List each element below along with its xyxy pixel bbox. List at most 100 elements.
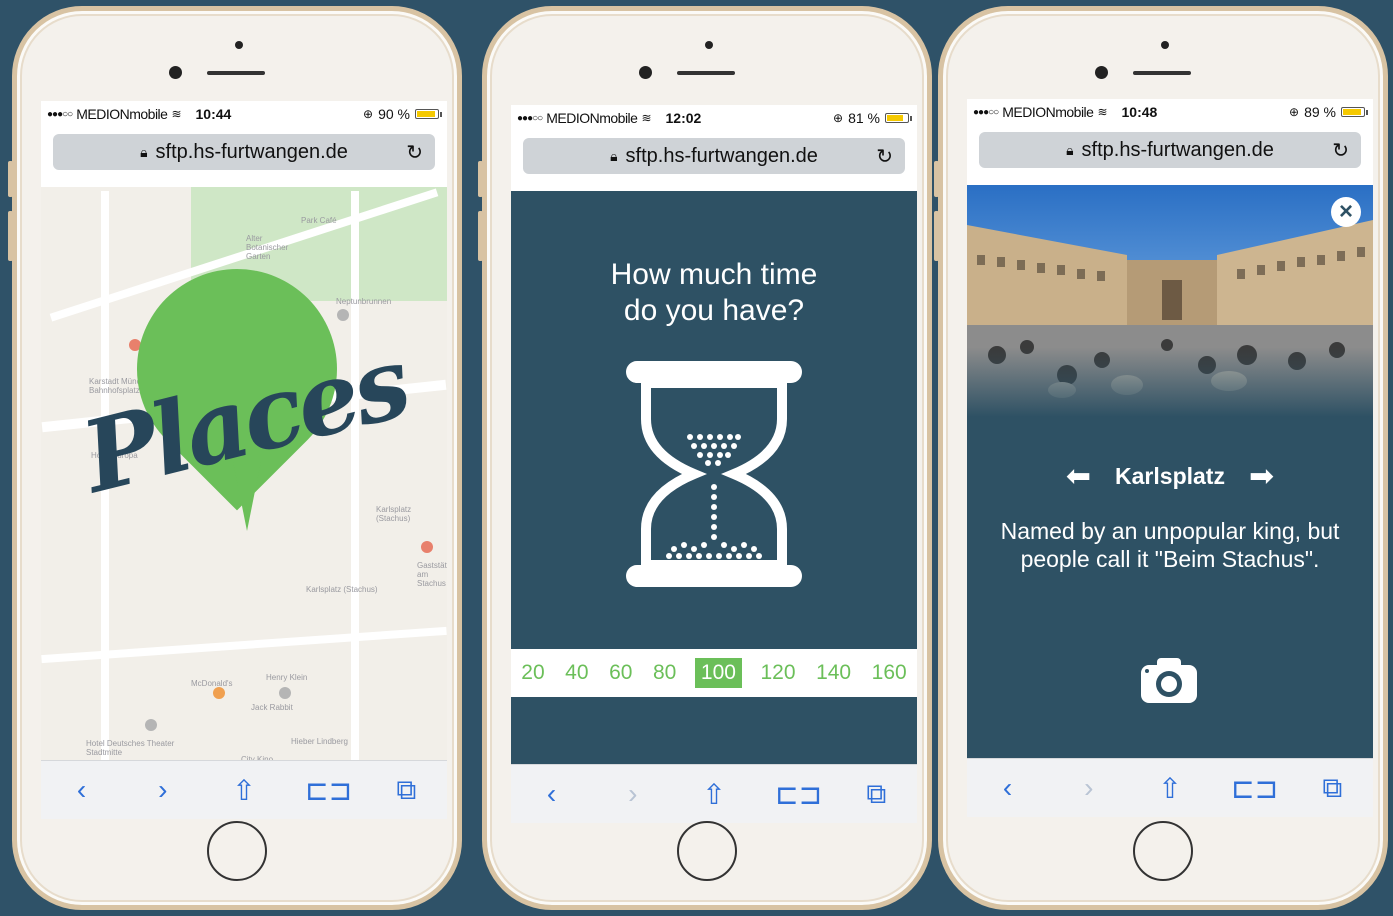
reload-icon[interactable]: ↻ — [406, 140, 423, 165]
screen: ●●●○○ MEDIONmobile ≋ 12:02 ⊕ 81 % 🔒︎ sft… — [511, 105, 917, 823]
status-bar: ●●●○○ MEDIONmobile ≋ 12:02 ⊕ 81 % — [511, 105, 917, 131]
status-time: 10:48 — [1121, 104, 1158, 120]
poi-icon[interactable] — [337, 309, 349, 321]
previous-arrow-icon[interactable]: ⬅ — [1066, 459, 1091, 494]
screen: ●●●○○ MEDIONmobile ≋ 10:48 ⊕ 89 % 🔒︎ sft… — [967, 99, 1373, 817]
status-bar: ●●●○○ MEDIONmobile ≋ 10:44 ⊕ 90 % — [41, 101, 447, 127]
next-arrow-icon[interactable]: ➡ — [1249, 459, 1274, 494]
map-label: Karlsplatz (Stachus) — [306, 585, 378, 594]
page-content: × ⬅ Karlsplatz ➡ Named by an unpopular k… — [967, 185, 1373, 767]
front-camera — [1095, 66, 1108, 79]
map-label: Gaststätte am Stachus — [417, 561, 447, 588]
status-bar: ●●●○○ MEDIONmobile ≋ 10:48 ⊕ 89 % — [967, 99, 1373, 125]
restaurant-poi-icon[interactable] — [213, 687, 225, 699]
close-button[interactable]: × — [1331, 197, 1361, 227]
browser-toolbar: ‹ › ⇧ ⊏⊐ ⧉ — [511, 764, 917, 823]
front-camera — [169, 66, 182, 79]
bookmarks-icon[interactable]: ⊏⊐ — [775, 778, 822, 811]
bookmarks-icon[interactable]: ⊏⊐ — [1231, 772, 1278, 805]
home-button[interactable] — [1133, 821, 1193, 881]
share-icon[interactable]: ⇧ — [694, 778, 734, 811]
map-label: Hieber Lindberg — [291, 737, 348, 746]
speaker-grille — [1133, 71, 1191, 75]
map-label: Jack Rabbit — [251, 703, 293, 712]
signal-icon: ●●●○○ — [47, 108, 73, 120]
tabs-icon[interactable]: ⧉ — [1312, 772, 1352, 805]
url-text: sftp.hs-furtwangen.de — [625, 144, 818, 167]
question-line-1: How much time — [610, 258, 818, 291]
rotation-lock-icon: ⊕ — [833, 111, 844, 125]
back-icon[interactable]: ‹ — [532, 778, 572, 810]
screen: Park Café Alter Botanischer Garten Neptu… — [41, 101, 447, 819]
question-heading: How much time do you have? — [511, 257, 917, 329]
poi-icon[interactable] — [145, 719, 157, 731]
time-option-40[interactable]: 40 — [563, 658, 590, 688]
map-label: Karlsplatz (Stachus) — [376, 505, 412, 523]
speaker-grille — [677, 71, 735, 75]
back-icon[interactable]: ‹ — [62, 774, 102, 806]
reload-icon[interactable]: ↻ — [876, 144, 893, 169]
time-option-100-selected[interactable]: 100 — [694, 658, 742, 688]
back-icon[interactable]: ‹ — [988, 772, 1028, 804]
wifi-icon: ≋ — [171, 107, 182, 121]
time-selector: 20 40 60 80 100 120 140 160 — [511, 649, 917, 697]
status-time: 12:02 — [665, 110, 702, 126]
home-button[interactable] — [207, 821, 267, 881]
volume-button — [478, 211, 483, 261]
volume-button — [8, 211, 13, 261]
reload-icon[interactable]: ↻ — [1332, 138, 1349, 163]
time-option-20[interactable]: 20 — [519, 658, 546, 688]
map-label: Alter Botanischer Garten — [246, 234, 289, 261]
map-label: Henry Klein — [266, 673, 308, 682]
url-bar[interactable]: 🔒︎ sftp.hs-furtwangen.de ↻ — [523, 138, 905, 174]
forward-icon[interactable]: › — [613, 778, 653, 810]
lock-icon: 🔒︎ — [610, 147, 618, 164]
home-button[interactable] — [677, 821, 737, 881]
place-photo — [967, 185, 1373, 417]
browser-toolbar: ‹ › ⇧ ⊏⊐ ⧉ — [41, 760, 447, 819]
map-label: McDonald's — [191, 679, 233, 688]
time-option-60[interactable]: 60 — [607, 658, 634, 688]
battery-percent: 90 % — [378, 106, 410, 122]
map-road — [351, 191, 359, 791]
url-bar[interactable]: 🔒︎ sftp.hs-furtwangen.de ↻ — [979, 132, 1361, 168]
time-option-80[interactable]: 80 — [651, 658, 678, 688]
battery-percent: 89 % — [1304, 104, 1336, 120]
signal-icon: ●●●○○ — [973, 106, 999, 118]
time-picker-page: How much time do you have? 20 40 60 80 1… — [511, 191, 917, 773]
wifi-icon: ≋ — [1097, 105, 1108, 119]
camera-icon[interactable] — [1139, 655, 1199, 705]
front-sensor — [1161, 41, 1169, 49]
time-option-120[interactable]: 120 — [758, 658, 797, 688]
poi-icon[interactable] — [421, 541, 433, 553]
lock-icon: 🔒︎ — [1066, 141, 1074, 158]
question-line-2: do you have? — [623, 294, 805, 327]
speaker-grille — [207, 71, 265, 75]
rotation-lock-icon: ⊕ — [363, 107, 374, 121]
share-icon[interactable]: ⇧ — [224, 774, 264, 807]
battery-icon — [415, 109, 442, 119]
tabs-icon[interactable]: ⧉ — [386, 774, 426, 807]
signal-icon: ●●●○○ — [517, 112, 543, 124]
map-label: Neptunbrunnen — [336, 297, 392, 306]
place-navigation: ⬅ Karlsplatz ➡ — [967, 459, 1373, 494]
volume-button — [934, 211, 939, 261]
front-sensor — [235, 41, 243, 49]
carrier-name: MEDIONmobile — [1002, 104, 1094, 120]
front-camera — [639, 66, 652, 79]
place-detail-page: × ⬅ Karlsplatz ➡ Named by an unpopular k… — [967, 185, 1373, 767]
map-label: Hotel Deutsches Theater Stadtmitte — [86, 739, 175, 757]
tabs-icon[interactable]: ⧉ — [856, 778, 896, 811]
time-option-160[interactable]: 160 — [870, 658, 909, 688]
volume-button — [8, 161, 13, 197]
share-icon[interactable]: ⇧ — [1150, 772, 1190, 805]
battery-icon — [1341, 107, 1368, 117]
poi-icon[interactable] — [279, 687, 291, 699]
url-bar[interactable]: 🔒︎ sftp.hs-furtwangen.de ↻ — [53, 134, 435, 170]
forward-icon[interactable]: › — [1069, 772, 1109, 804]
rotation-lock-icon: ⊕ — [1289, 105, 1300, 119]
time-option-140[interactable]: 140 — [814, 658, 853, 688]
url-text: sftp.hs-furtwangen.de — [155, 140, 348, 163]
bookmarks-icon[interactable]: ⊏⊐ — [305, 774, 352, 807]
forward-icon[interactable]: › — [143, 774, 183, 806]
